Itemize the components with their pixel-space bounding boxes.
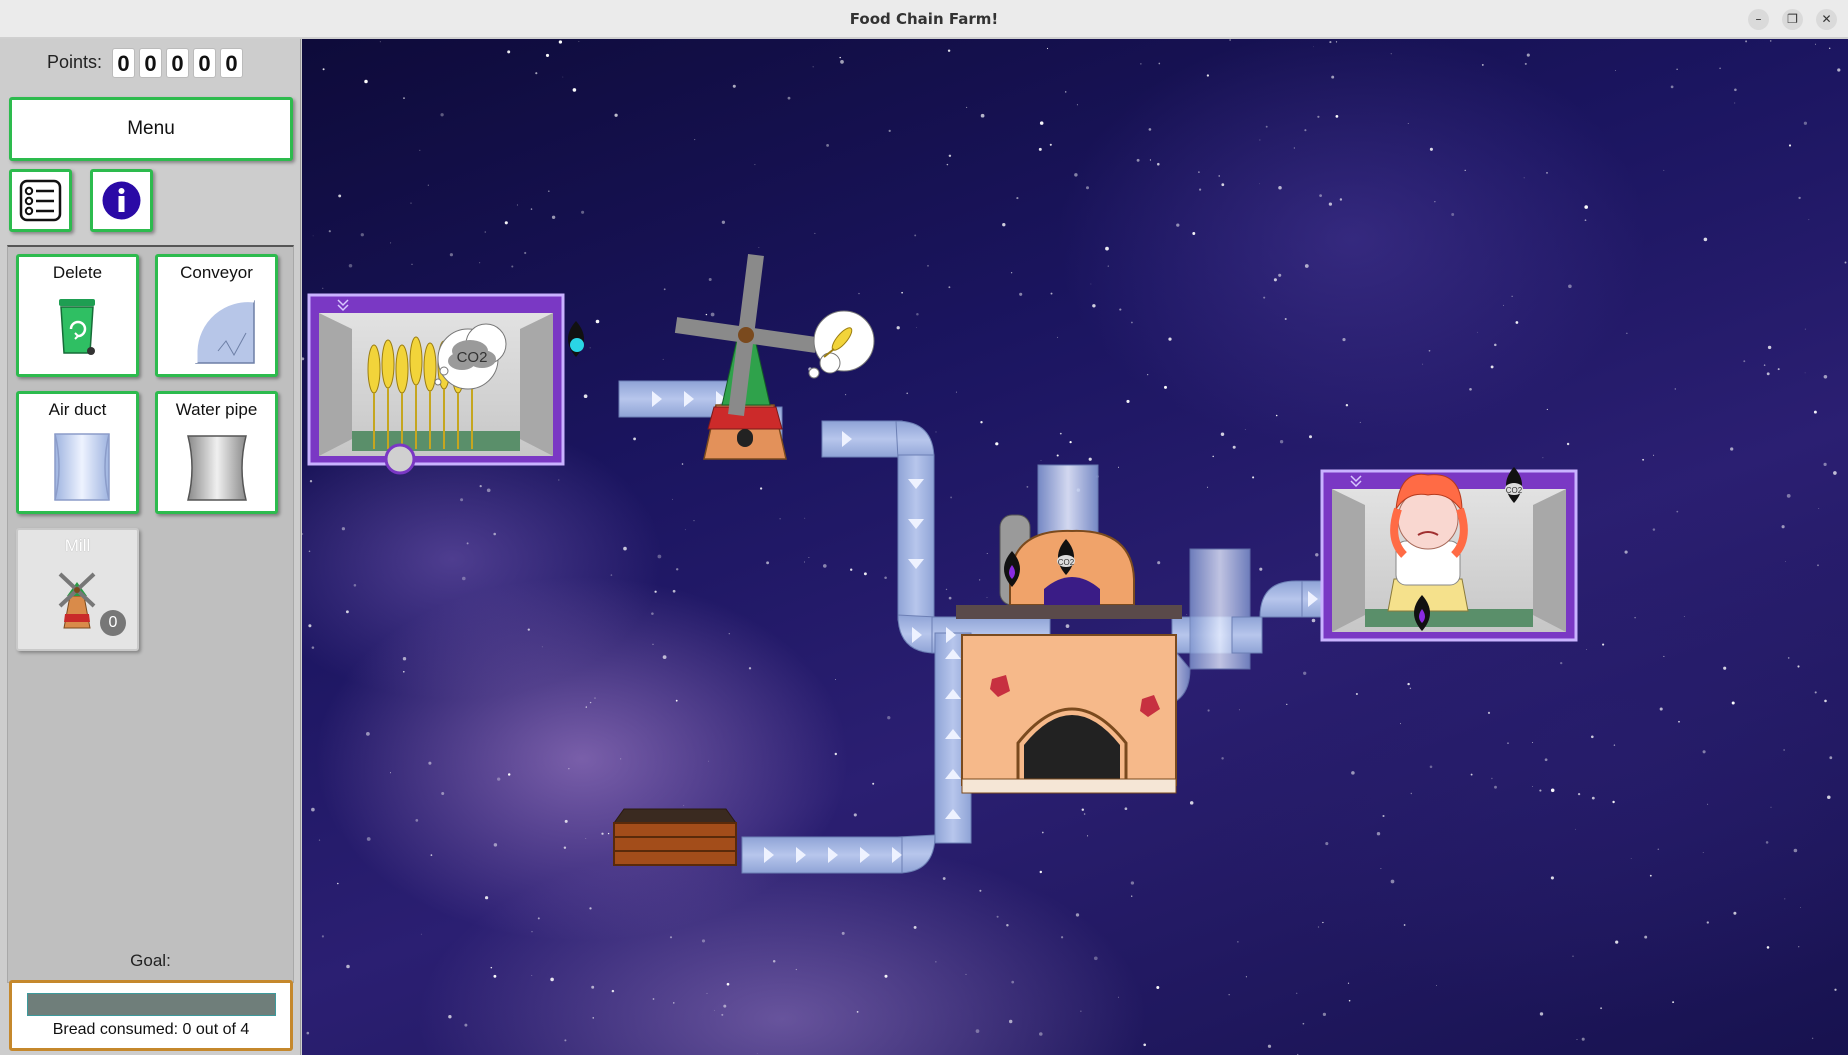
tool-label: Water pipe — [175, 400, 258, 419]
co2-text: CO2 — [1506, 486, 1523, 495]
title-bar: Food Chain Farm! – ❐ ✕ — [0, 0, 1848, 38]
game-board[interactable]: CO2 CO2 CO2 — [302, 39, 1848, 1055]
bread-oven[interactable]: CO2 — [956, 514, 1182, 794]
points-digit: 0 — [220, 48, 243, 78]
points-digit: 0 — [193, 48, 216, 78]
scene-layer: CO2 CO2 CO2 — [307, 254, 1578, 874]
goal-panel: Bread consumed: 0 out of 4 — [9, 980, 293, 1051]
info-icon — [102, 181, 141, 220]
conveyor-icon — [194, 299, 255, 364]
close-button[interactable]: ✕ — [1816, 9, 1837, 30]
goal-progress-bar — [27, 993, 276, 1016]
delete-tool[interactable]: Delete — [16, 254, 139, 377]
tool-palette: Delete Conveyor Air duct Water pipe Mill… — [7, 245, 294, 983]
recycle-bin-icon — [59, 299, 95, 355]
air-duct-icon — [54, 433, 110, 501]
points-digit: 0 — [139, 48, 162, 78]
tool-label: Air duct — [48, 400, 107, 419]
bread-crate[interactable] — [613, 808, 737, 866]
goal-text: Bread consumed: 0 out of 4 — [52, 1021, 250, 1038]
person-room[interactable]: CO2 — [1320, 467, 1578, 642]
wheat-greenhouse[interactable]: CO2 — [307, 293, 584, 475]
points-label: Points: — [47, 52, 103, 72]
tool-label: Delete — [52, 263, 103, 282]
water-pipe-tool[interactable]: Water pipe — [155, 391, 278, 514]
tool-label: Mill — [64, 536, 91, 555]
points-digit: 0 — [112, 48, 135, 78]
sidebar: Points: 0 0 0 0 0 Menu Delete Conveyor A… — [0, 39, 301, 1055]
mill-tool[interactable]: Mill 0 — [16, 528, 139, 651]
app-window: Food Chain Farm! – ❐ ✕ Points: 0 0 0 0 0… — [0, 0, 1848, 1055]
goal-label: Goal: — [130, 951, 171, 970]
menu-button[interactable]: Menu — [9, 97, 293, 161]
window-title: Food Chain Farm! — [849, 10, 999, 28]
water-pipe-icon — [187, 435, 247, 501]
points-digit: 0 — [166, 48, 189, 78]
co2-text: CO2 — [1058, 558, 1075, 567]
checklist-button[interactable] — [9, 169, 72, 232]
mill-count-badge: 0 — [100, 610, 126, 636]
co2-text: CO2 — [457, 349, 488, 366]
minimize-button[interactable]: – — [1748, 9, 1769, 30]
conveyor-tool[interactable]: Conveyor — [155, 254, 278, 377]
tool-label: Conveyor — [180, 263, 253, 282]
air-duct-tool[interactable]: Air duct — [16, 391, 139, 514]
maximize-button[interactable]: ❐ — [1782, 9, 1803, 30]
info-button[interactable] — [90, 169, 153, 232]
checklist-icon — [19, 179, 62, 222]
